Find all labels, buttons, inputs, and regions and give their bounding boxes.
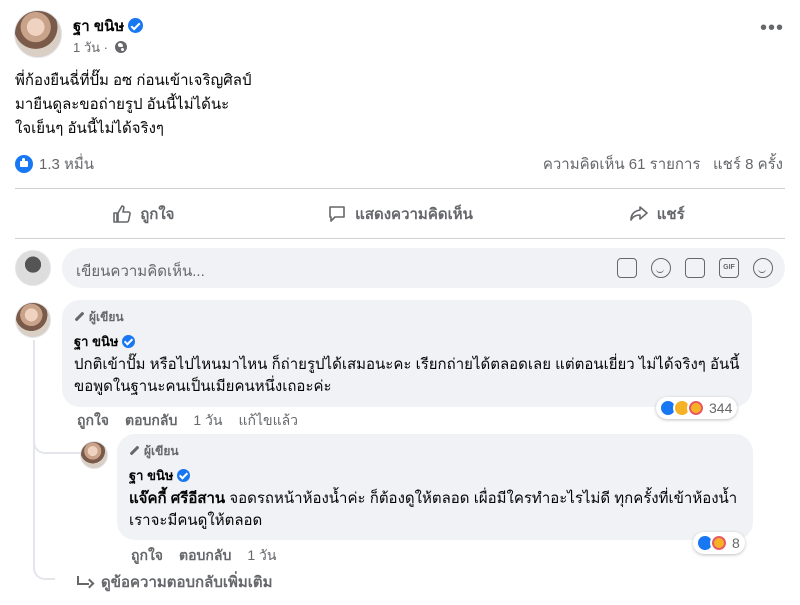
post-text-line: ใจเย็นๆ อันนี้ไม่ได้จริงๆ (15, 120, 164, 137)
post-header: ฐา ขนิษ 1 วัน · ••• (14, 10, 786, 60)
shares-count[interactable]: แชร์ 8 ครั้ง (713, 156, 783, 173)
care-reaction-icon (710, 534, 728, 552)
gif-icon[interactable]: GIF (719, 258, 739, 278)
thread-connector (33, 560, 55, 580)
comments-count[interactable]: ความคิดเห็น 61 รายการ (543, 156, 701, 173)
like-reaction-icon (15, 155, 33, 173)
like-button-label[interactable]: ถูกใจ (140, 202, 174, 226)
divider (15, 238, 785, 239)
thumbs-up-icon (113, 205, 132, 223)
comment-button-label[interactable]: แสดงความคิดเห็น (355, 202, 473, 226)
share-button-label[interactable]: แชร์ (657, 202, 685, 226)
reaction-count[interactable]: 1.3 หมื่น (39, 156, 94, 173)
reply-reply-button[interactable]: ตอบกลับ (179, 545, 231, 567)
reply-text: แจ๊คกี้ ศรีอีสาน จอดรถหน้าห้องน้ำค่ะ ก็ต… (129, 488, 741, 532)
reply-author-name-text[interactable]: ฐา ขนิษ (129, 468, 173, 483)
view-more-replies-link[interactable]: ดูข้อความตอบกลับเพิ่มเติม (77, 570, 273, 594)
view-more-replies-label[interactable]: ดูข้อความตอบกลับเพิ่มเติม (101, 570, 273, 594)
emoji-icon[interactable] (651, 258, 671, 278)
share-icon (629, 206, 648, 221)
author-avatar[interactable] (14, 10, 62, 58)
comment-input-placeholder: เขียนความคิดเห็น... (76, 263, 205, 280)
share-button[interactable]: แชร์ (528, 194, 785, 234)
post-text-line: พี่ก้องยืนฉี่ที่ปั๊ม อซ ก่อนเข้าเจริญศิล… (15, 72, 252, 89)
like-button[interactable]: ถูกใจ (15, 194, 272, 234)
reply-author-avatar[interactable] (80, 441, 108, 469)
reaction-summary[interactable]: 1.3 หมื่น (15, 155, 94, 173)
post-text: พี่ก้องยืนฉี่ที่ปั๊ม อซ ก่อนเข้าเจริญศิล… (15, 69, 785, 141)
pen-icon (129, 446, 140, 457)
reply-like-button[interactable]: ถูกใจ (131, 545, 163, 567)
sticker-face-icon[interactable] (753, 258, 773, 278)
comment-edited-label[interactable]: แก้ไขแล้ว (238, 410, 298, 432)
verified-badge-icon (177, 469, 191, 482)
comment-author-name-text[interactable]: ฐา ขนิษ (74, 334, 118, 349)
comment-icon (329, 206, 345, 222)
comment-reactions[interactable]: 344 (656, 397, 738, 419)
comment-like-button[interactable]: ถูกใจ (77, 410, 109, 432)
camera-icon[interactable] (685, 258, 705, 278)
author-name-text[interactable]: ฐา ขนิษ (73, 18, 124, 35)
comment-time[interactable]: 1 วัน (193, 410, 222, 432)
reply-reactions[interactable]: 8 (693, 532, 745, 554)
comment-composer: เขียนความคิดเห็น... GIF (15, 248, 785, 288)
thread-connector (33, 420, 83, 454)
reply-time[interactable]: 1 วัน (247, 545, 276, 567)
stats-right: ความคิดเห็น 61 รายการ แชร์ 8 ครั้ง (543, 152, 783, 176)
verified-badge-icon (128, 18, 144, 33)
globe-icon (114, 41, 127, 53)
sticker-icon[interactable] (617, 258, 637, 278)
comment-reply-button[interactable]: ตอบกลับ (125, 410, 177, 432)
comment-text: ปกติเข้าปั๊ม หรือไปไหนมาไหน ก็ถ่ายรูปได้… (74, 356, 740, 395)
comment-author-avatar[interactable] (15, 302, 51, 338)
more-options-icon[interactable]: ••• (758, 18, 786, 42)
care-reaction-icon (687, 399, 705, 417)
post-time[interactable]: 1 วัน (73, 40, 100, 55)
current-user-avatar[interactable] (15, 250, 51, 286)
reply-author-name[interactable]: ฐา ขนิษ (129, 465, 741, 486)
reply-reaction-count: 8 (732, 535, 740, 551)
composer-icons: GIF (617, 258, 773, 278)
author-tag: ผู้เขียน (129, 442, 741, 461)
comment-bubble: ผู้เขียน ฐา ขนิษ ปกติเข้าปั๊ม หรือไปไหนม… (62, 300, 752, 407)
author-tag-label: ผู้เขียน (89, 310, 124, 324)
thread-line (33, 340, 35, 570)
comment-actions: ถูกใจ ตอบกลับ 1 วัน แก้ไขแล้ว (77, 410, 298, 432)
author-tag-label: ผู้เขียน (144, 444, 179, 458)
post-stats: 1.3 หมื่น ความคิดเห็น 61 รายการ แชร์ 8 ค… (15, 152, 785, 176)
comment-reaction-count: 344 (709, 400, 733, 416)
pen-icon (74, 312, 85, 323)
author-name[interactable]: ฐา ขนิษ (73, 14, 144, 38)
post-meta: 1 วัน · (73, 37, 127, 58)
post-action-bar: ถูกใจ แสดงความคิดเห็น แชร์ (15, 194, 785, 234)
reply-actions: ถูกใจ ตอบกลับ 1 วัน (131, 545, 276, 567)
post-text-line: มายืนดูละขอถ่ายรูป อันนี้ไม่ได้นะ (15, 96, 230, 113)
reply-arrow-icon (77, 576, 91, 588)
comment-input[interactable]: เขียนความคิดเห็น... GIF (62, 248, 785, 288)
comment-button[interactable]: แสดงความคิดเห็น (272, 194, 529, 234)
divider (15, 188, 785, 189)
verified-badge-icon (122, 335, 136, 348)
mention-link[interactable]: แจ๊คกี้ ศรีอีสาน (129, 490, 225, 507)
author-tag: ผู้เขียน (74, 308, 740, 327)
reply-bubble: ผู้เขียน ฐา ขนิษ แจ๊คกี้ ศรีอีสาน จอดรถห… (117, 434, 753, 540)
comment-author-name[interactable]: ฐา ขนิษ (74, 331, 740, 352)
